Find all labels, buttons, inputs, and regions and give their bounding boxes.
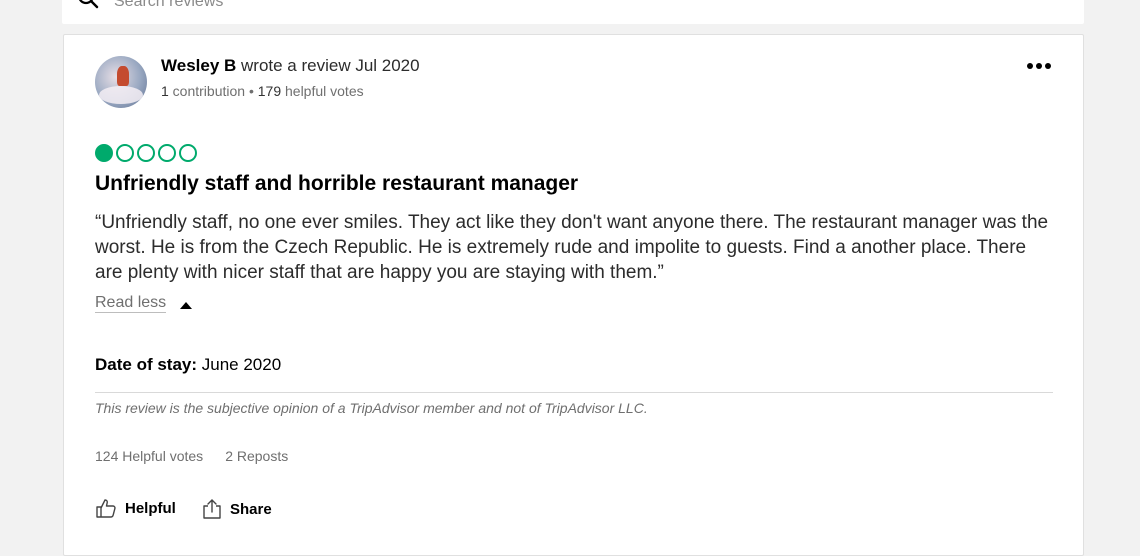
thumbs-up-icon <box>96 499 116 518</box>
helpful-vote-count: 179 <box>257 83 282 99</box>
rating-bubble-filled <box>95 144 113 162</box>
helpful-votes-label: helpful votes <box>281 83 364 99</box>
username-link[interactable]: Wesley B <box>161 56 236 75</box>
more-icon-dot <box>1036 63 1042 69</box>
share-button[interactable]: Share <box>202 498 272 520</box>
more-icon-dot <box>1045 63 1051 69</box>
rating-bubbles <box>95 144 197 162</box>
wrote-review-text: wrote a review Jul 2020 <box>236 56 420 75</box>
date-of-stay: Date of stay: June 2020 <box>95 355 281 375</box>
avatar-cloud <box>99 86 143 104</box>
vote-summary: 124 Helpful votes 2 Reposts <box>95 448 288 464</box>
review-card: Wesley B wrote a review Jul 2020 1 contr… <box>63 34 1084 556</box>
search-bar <box>62 0 1084 24</box>
review-text: “Unfriendly staff, no one ever smiles. T… <box>95 212 1049 283</box>
helpful-button[interactable]: Helpful <box>95 498 176 518</box>
helpful-votes-count: 124 Helpful votes <box>95 448 204 464</box>
search-icon[interactable] <box>76 0 100 10</box>
avatar-figure <box>117 66 129 86</box>
review-header: Wesley B wrote a review Jul 2020 <box>161 56 420 76</box>
reposts-count[interactable]: 2 Reposts <box>225 448 288 464</box>
share-label: Share <box>230 500 272 518</box>
search-input[interactable] <box>112 0 516 15</box>
disclaimer: This review is the subjective opinion of… <box>95 400 648 416</box>
rating-bubble-empty <box>116 144 134 162</box>
more-options-button[interactable] <box>1024 59 1054 73</box>
more-icon-dot <box>1027 63 1033 69</box>
caret-up-icon[interactable] <box>180 302 192 309</box>
contribution-label: contribution • <box>168 83 258 99</box>
rating-bubble-empty <box>137 144 155 162</box>
date-of-stay-label: Date of stay: <box>95 355 198 374</box>
rating-bubble-empty <box>179 144 197 162</box>
read-less-link[interactable]: Read less <box>95 294 167 313</box>
contribution-count: 1 <box>161 83 169 99</box>
divider <box>95 392 1053 393</box>
review-title[interactable]: Unfriendly staff and horrible restaurant… <box>95 172 578 196</box>
contributor-stats: 1 contribution • 179 helpful votes <box>161 83 364 99</box>
avatar[interactable] <box>95 56 147 108</box>
date-of-stay-value: June 2020 <box>197 355 282 374</box>
helpful-label: Helpful <box>125 499 176 517</box>
rating-bubble-empty <box>158 144 176 162</box>
share-icon <box>203 499 221 519</box>
